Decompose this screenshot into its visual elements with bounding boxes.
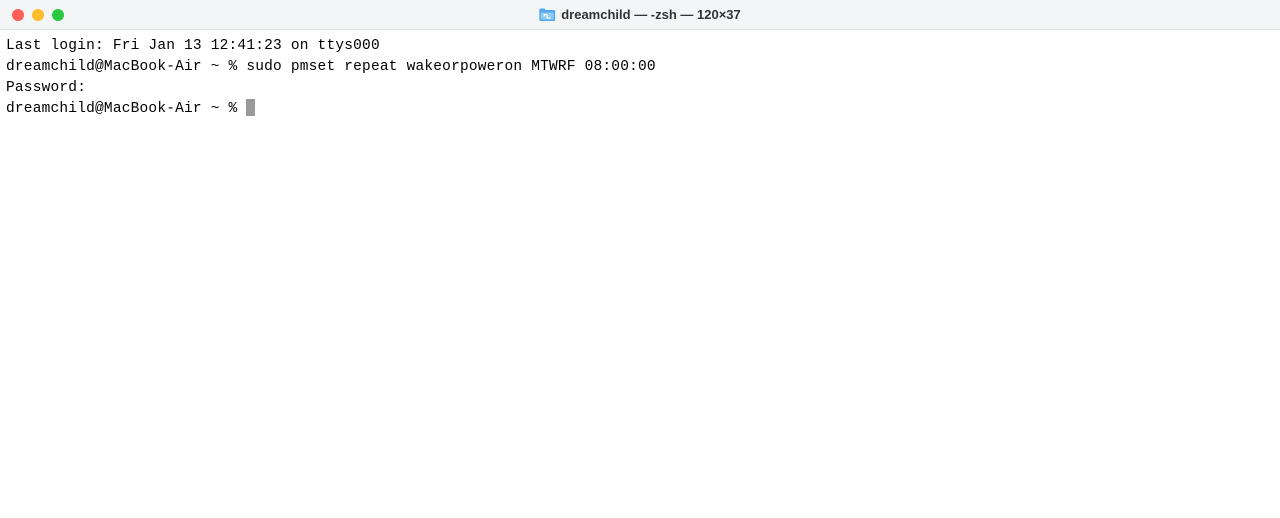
window-title: dreamchild — -zsh — 120×37 xyxy=(561,7,741,22)
command-1: sudo pmset repeat wakeorpoweron MTWRF 08… xyxy=(246,59,655,75)
minimize-button[interactable] xyxy=(32,9,44,21)
folder-icon xyxy=(539,8,555,22)
window-titlebar: dreamchild — -zsh — 120×37 xyxy=(0,0,1280,30)
window-title-container: dreamchild — -zsh — 120×37 xyxy=(539,7,741,22)
close-button[interactable] xyxy=(12,9,24,21)
last-login-line: Last login: Fri Jan 13 12:41:23 on ttys0… xyxy=(6,36,1274,57)
traffic-lights xyxy=(12,9,64,21)
password-prompt-line: Password: xyxy=(6,78,1274,99)
terminal-body[interactable]: Last login: Fri Jan 13 12:41:23 on ttys0… xyxy=(0,30,1280,126)
maximize-button[interactable] xyxy=(52,9,64,21)
command-line-2: dreamchild@MacBook-Air ~ % xyxy=(6,99,1274,120)
prompt-1: dreamchild@MacBook-Air ~ % xyxy=(6,59,246,75)
command-line-1: dreamchild@MacBook-Air ~ % sudo pmset re… xyxy=(6,57,1274,78)
cursor xyxy=(246,99,255,116)
prompt-2: dreamchild@MacBook-Air ~ % xyxy=(6,101,246,117)
